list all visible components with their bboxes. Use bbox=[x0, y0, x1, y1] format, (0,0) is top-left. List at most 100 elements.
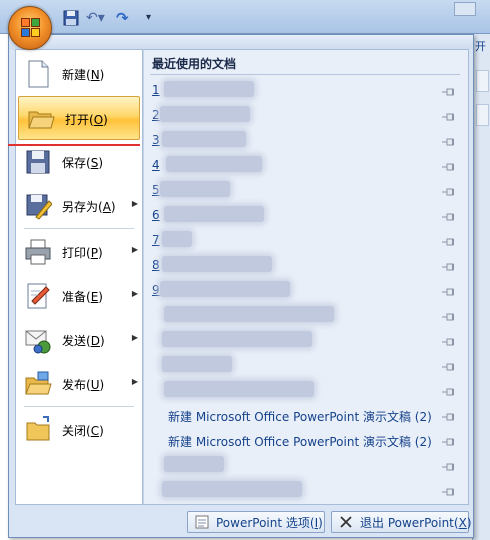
menu-label-suffix: ) bbox=[99, 68, 105, 82]
recent-document-number: 9 bbox=[152, 283, 160, 297]
pin-icon[interactable] bbox=[442, 435, 456, 446]
separator bbox=[24, 406, 134, 407]
recent-documents-pane: 最近使用的文档 1 2 3 4 5 6 7 8 9 新建 Microsoft Office Pow… bbox=[143, 49, 469, 505]
menu-label: 打开( bbox=[65, 113, 94, 127]
recent-document-item[interactable]: 5 bbox=[150, 178, 462, 202]
title-divider bbox=[150, 74, 460, 75]
ribbon-control bbox=[476, 70, 489, 92]
options-icon bbox=[194, 514, 210, 530]
submenu-arrow-icon: ▶ bbox=[131, 245, 138, 254]
menu-item-send[interactable]: 发送(D) ▶ bbox=[16, 318, 142, 362]
recent-document-item[interactable]: 2 bbox=[150, 103, 462, 127]
menu-label-suffix: ) bbox=[97, 246, 103, 260]
pin-icon[interactable] bbox=[442, 85, 456, 96]
pin-icon[interactable] bbox=[442, 235, 456, 246]
publish-icon bbox=[24, 369, 52, 399]
recent-document-item[interactable]: 9 bbox=[150, 278, 462, 302]
close-folder-icon bbox=[24, 415, 52, 445]
redacted-filename bbox=[160, 281, 290, 297]
pin-icon[interactable] bbox=[442, 410, 456, 421]
submenu-arrow-icon: ▶ bbox=[131, 333, 138, 342]
menu-item-close[interactable]: 关闭(C) bbox=[16, 408, 142, 452]
recent-document-item[interactable]: 新建 Microsoft Office PowerPoint 演示文稿 (2) bbox=[150, 428, 462, 452]
recent-document-number: 6 bbox=[152, 208, 160, 222]
recent-document-item[interactable]: 8 bbox=[150, 253, 462, 277]
menu-label: 发布( bbox=[62, 378, 91, 392]
options-label: PowerPoint 选项( bbox=[216, 515, 315, 530]
redacted-filename bbox=[160, 181, 230, 197]
menu-item-save[interactable]: 保存(S) bbox=[16, 140, 142, 184]
pin-icon[interactable] bbox=[442, 460, 456, 471]
title-bar: ↶▾ ↷ ▾ bbox=[0, 0, 490, 34]
pin-icon[interactable] bbox=[442, 260, 456, 271]
powerpoint-window: ↶▾ ↷ ▾ 开 新建(N) 打开(O) 保存(S) 另存为(A) ▶ 打印(P… bbox=[0, 0, 490, 540]
menu-item-save-as[interactable]: 另存为(A) ▶ bbox=[16, 184, 142, 228]
menu-accelerator: P bbox=[90, 246, 98, 260]
recent-document-item[interactable] bbox=[150, 328, 462, 352]
menu-label-suffix: ) bbox=[99, 424, 104, 438]
recent-document-item[interactable] bbox=[150, 353, 462, 377]
recent-document-item[interactable]: 3 bbox=[150, 128, 462, 152]
pin-icon[interactable] bbox=[442, 335, 456, 346]
pin-icon[interactable] bbox=[442, 485, 456, 496]
recent-document-item[interactable]: 1 bbox=[150, 78, 462, 102]
quick-save-icon[interactable] bbox=[62, 9, 80, 27]
office-button[interactable] bbox=[8, 6, 52, 50]
open-folder-icon bbox=[27, 104, 55, 134]
recent-document-item[interactable]: 6 bbox=[150, 203, 462, 227]
recent-document-number: 5 bbox=[152, 183, 160, 197]
pin-icon[interactable] bbox=[442, 285, 456, 296]
recent-document-item[interactable] bbox=[150, 378, 462, 402]
recent-document-number: 4 bbox=[152, 158, 160, 172]
recent-document-item[interactable]: 4 bbox=[150, 153, 462, 177]
menu-item-prepare[interactable]: 准备(E) ▶ bbox=[16, 274, 142, 318]
menu-label-suffix: ) bbox=[103, 113, 108, 127]
recent-document-number: 3 bbox=[152, 133, 160, 147]
customize-quick-access-icon[interactable]: ▾ bbox=[146, 9, 164, 27]
menu-label-suffix: ) bbox=[110, 200, 116, 214]
menu-accelerator: C bbox=[90, 424, 100, 438]
recent-document-item[interactable]: 7 bbox=[150, 228, 462, 252]
menu-accelerator: N bbox=[90, 68, 100, 82]
menu-label: 新建( bbox=[62, 68, 91, 82]
redacted-filename bbox=[162, 481, 302, 497]
window-control-icon[interactable] bbox=[454, 2, 476, 16]
pin-icon[interactable] bbox=[442, 385, 456, 396]
powerpoint-options-button[interactable]: PowerPoint 选项(I) bbox=[187, 511, 325, 533]
pin-icon[interactable] bbox=[442, 160, 456, 171]
pin-icon[interactable] bbox=[442, 310, 456, 321]
recent-document-item[interactable] bbox=[150, 478, 462, 502]
redacted-filename bbox=[162, 131, 246, 147]
undo-icon[interactable]: ↶▾ bbox=[86, 9, 105, 27]
submenu-arrow-icon: ▶ bbox=[131, 199, 138, 208]
pin-icon[interactable] bbox=[442, 360, 456, 371]
recent-document-item[interactable]: 新建 Microsoft Office PowerPoint 演示文稿 (2) bbox=[150, 403, 462, 427]
redo-icon[interactable]: ↷ bbox=[116, 9, 134, 27]
menu-label: 另存为( bbox=[62, 200, 103, 214]
menu-label: 打印( bbox=[62, 246, 91, 260]
recent-document-item[interactable] bbox=[150, 453, 462, 477]
menu-label-suffix: ) bbox=[98, 156, 103, 170]
menu-label: 发送( bbox=[62, 334, 91, 348]
close-icon bbox=[338, 514, 354, 530]
pin-icon[interactable] bbox=[442, 135, 456, 146]
redacted-filename bbox=[162, 331, 312, 347]
menu-item-new[interactable]: 新建(N) bbox=[16, 52, 142, 96]
save-as-icon bbox=[24, 191, 53, 221]
menu-label: 关闭( bbox=[62, 424, 91, 438]
exit-powerpoint-button[interactable]: 退出 PowerPoint(X) bbox=[331, 511, 472, 533]
menu-item-open[interactable]: 打开(O) bbox=[18, 96, 140, 140]
pin-icon[interactable] bbox=[442, 210, 456, 221]
menu-label-suffix: ) bbox=[99, 334, 105, 348]
redacted-filename bbox=[164, 306, 334, 322]
menu-item-publish[interactable]: 发布(U) ▶ bbox=[16, 362, 142, 406]
pin-icon[interactable] bbox=[442, 185, 456, 196]
office-menu: 新建(N) 打开(O) 保存(S) 另存为(A) ▶ 打印(P) ▶ 准备(E)… bbox=[8, 34, 474, 538]
ribbon-tab-fragment: 开 bbox=[475, 40, 486, 53]
recent-document-item[interactable] bbox=[150, 303, 462, 327]
redacted-filename bbox=[164, 381, 314, 397]
pin-icon[interactable] bbox=[442, 110, 456, 121]
redacted-filename bbox=[164, 81, 254, 97]
menu-item-print[interactable]: 打印(P) ▶ bbox=[16, 230, 142, 274]
send-icon bbox=[24, 325, 52, 355]
